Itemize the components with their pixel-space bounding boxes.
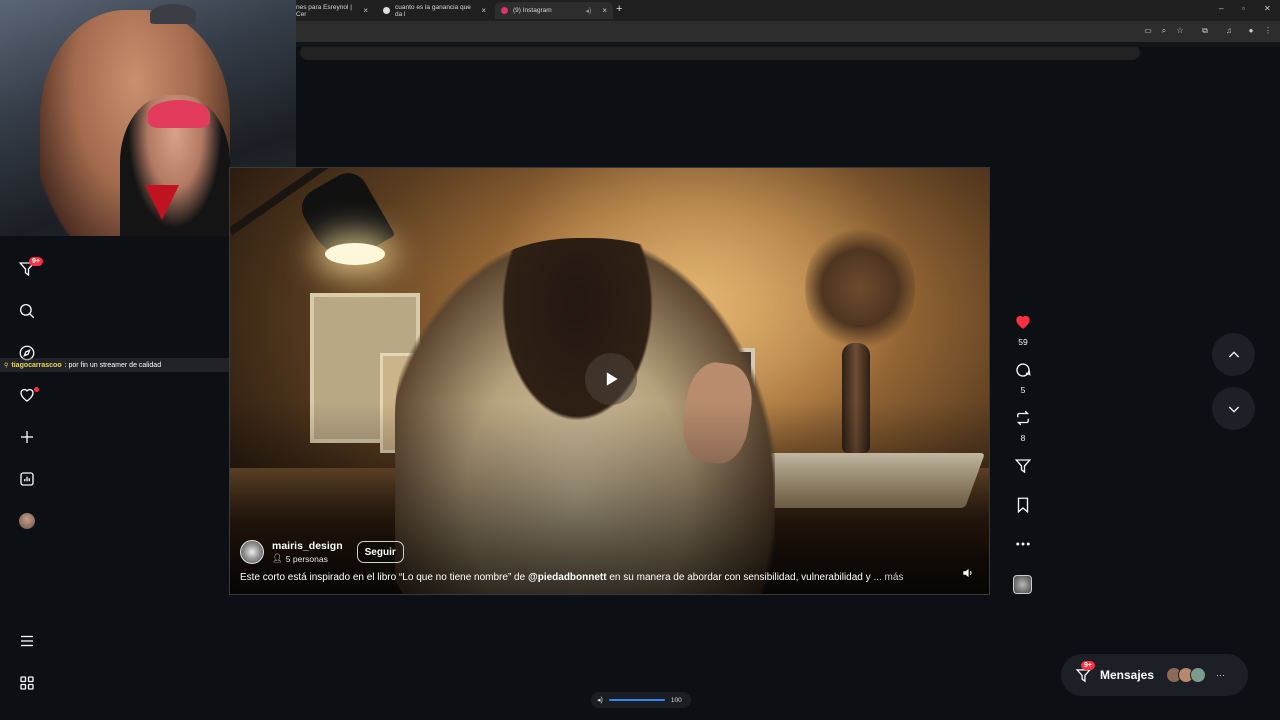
new-tab-icon[interactable]: + <box>616 3 622 15</box>
bookmark-icon <box>1017 497 1029 514</box>
followers-count: 👤︎ 5 personas <box>272 553 343 564</box>
minimize-icon[interactable]: – <box>1219 4 1223 13</box>
maximize-icon[interactable]: ▫ <box>1242 4 1245 13</box>
profile-icon[interactable]: ● <box>1246 26 1256 36</box>
notification-dot <box>34 387 39 392</box>
apps-grid-icon <box>20 676 34 690</box>
post-author: mairis_design 👤︎ 5 personas Seguir <box>240 540 404 564</box>
tab-label: (9) Instagram <box>513 7 552 14</box>
close-icon[interactable]: × <box>481 6 486 15</box>
comment-action[interactable]: 5 <box>1012 361 1034 395</box>
volume-indicator[interactable]: ◂) 100 <box>591 692 691 708</box>
repost-action[interactable]: 8 <box>1012 409 1034 443</box>
save-action[interactable] <box>1012 496 1034 519</box>
chevron-down-icon <box>1228 406 1239 413</box>
tab-esreynol[interactable]: nes para Esreynol | Cer × <box>290 2 374 19</box>
close-icon[interactable]: × <box>602 6 607 15</box>
volume-value: 100 <box>670 696 682 704</box>
tab-instagram[interactable]: (9) Instagram ◂) × <box>495 2 613 19</box>
follow-button[interactable]: Seguir <box>356 541 404 563</box>
speaker-icon: ◂) <box>585 7 592 15</box>
reel-video[interactable]: mairis_design 👤︎ 5 personas Seguir Este … <box>229 167 990 595</box>
repost-icon <box>1016 410 1030 426</box>
caption-text: Este corto está inspirado en el libro “L… <box>240 572 528 583</box>
person-icon: 👤︎ <box>272 553 283 563</box>
previous-reel-button[interactable] <box>1212 333 1255 376</box>
zoom-icon[interactable]: ⌕ <box>1159 26 1169 36</box>
chat-text: : por fin un streamer de calidad <box>64 361 162 369</box>
caption-more-link[interactable]: ... más <box>873 572 903 583</box>
dashboard-icon <box>20 472 34 486</box>
chat-username: tiagocarrascoo <box>11 361 62 369</box>
volume-slider[interactable] <box>608 699 665 701</box>
dashboard-button[interactable] <box>14 466 40 492</box>
speaker-icon[interactable] <box>961 566 975 580</box>
like-count: 59 <box>1018 337 1028 347</box>
contact-avatar <box>1190 667 1207 683</box>
search-button[interactable] <box>14 298 40 324</box>
caption-mention[interactable]: @piedadbonnett <box>528 572 607 583</box>
followers-label: 5 personas <box>285 553 328 564</box>
heart-filled-icon <box>1016 315 1030 329</box>
more-dots-icon <box>1016 542 1030 546</box>
media-icon[interactable]: ♫ <box>1224 26 1234 36</box>
play-icon <box>606 372 618 386</box>
original-audio-thumbnail[interactable] <box>1013 575 1032 594</box>
next-reel-button[interactable] <box>1212 387 1255 430</box>
speaker-icon: ◂) <box>597 697 603 704</box>
messages-badge: 9+ <box>1081 661 1095 670</box>
plus-icon <box>21 431 33 443</box>
menu-kebab-icon[interactable]: ⋮ <box>1263 26 1273 36</box>
send-icon <box>1014 459 1032 474</box>
more-options[interactable] <box>1012 535 1034 558</box>
close-window-icon[interactable]: ✕ <box>1264 4 1271 13</box>
repost-count: 8 <box>1020 433 1026 443</box>
close-icon[interactable]: × <box>363 6 368 15</box>
tab-label: cuanto es la ganancia que da l <box>395 3 471 18</box>
tab-ganancia[interactable]: cuanto es la ganancia que da l × <box>377 2 492 19</box>
recent-contacts <box>1166 667 1207 683</box>
create-button[interactable] <box>14 424 40 450</box>
comment-count: 5 <box>1020 385 1026 395</box>
play-button[interactable] <box>585 353 637 405</box>
like-action[interactable]: 59 <box>1012 313 1034 347</box>
search-icon <box>19 303 35 319</box>
more-menu-button[interactable] <box>14 628 40 654</box>
notifications-button[interactable] <box>14 382 40 408</box>
caption-text-cont: en su manera de abordar con sensibilidad… <box>606 572 874 583</box>
red-shirt <box>145 185 179 220</box>
chevron-up-icon <box>1228 350 1239 357</box>
comment-icon <box>1016 363 1031 377</box>
reels-badge: 9+ <box>29 257 43 266</box>
profile-avatar[interactable] <box>19 513 35 529</box>
author-username[interactable]: mairis_design <box>272 540 343 552</box>
chat-badge-icon: ⚲ <box>4 362 9 369</box>
post-caption: Este corto está inspirado en el libro “L… <box>240 572 903 583</box>
cast-icon[interactable]: ▭ <box>1143 26 1153 36</box>
cap <box>150 4 196 24</box>
more-dots-icon: ··· <box>1216 670 1226 680</box>
url-field[interactable] <box>300 45 1140 60</box>
apps-button[interactable] <box>14 670 40 696</box>
instagram-icon <box>501 7 508 14</box>
bookmark-star-icon[interactable]: ☆ <box>1175 26 1185 36</box>
streamer-hair <box>148 100 210 128</box>
messages-label: Mensajes <box>1100 668 1155 682</box>
author-avatar[interactable] <box>240 540 264 564</box>
tab-label: nes para Esreynol | Cer <box>296 3 352 18</box>
hamburger-icon <box>21 635 33 647</box>
google-icon <box>383 7 390 14</box>
share-action[interactable] <box>1012 457 1034 480</box>
extensions-icon[interactable]: ⧉ <box>1200 26 1210 36</box>
